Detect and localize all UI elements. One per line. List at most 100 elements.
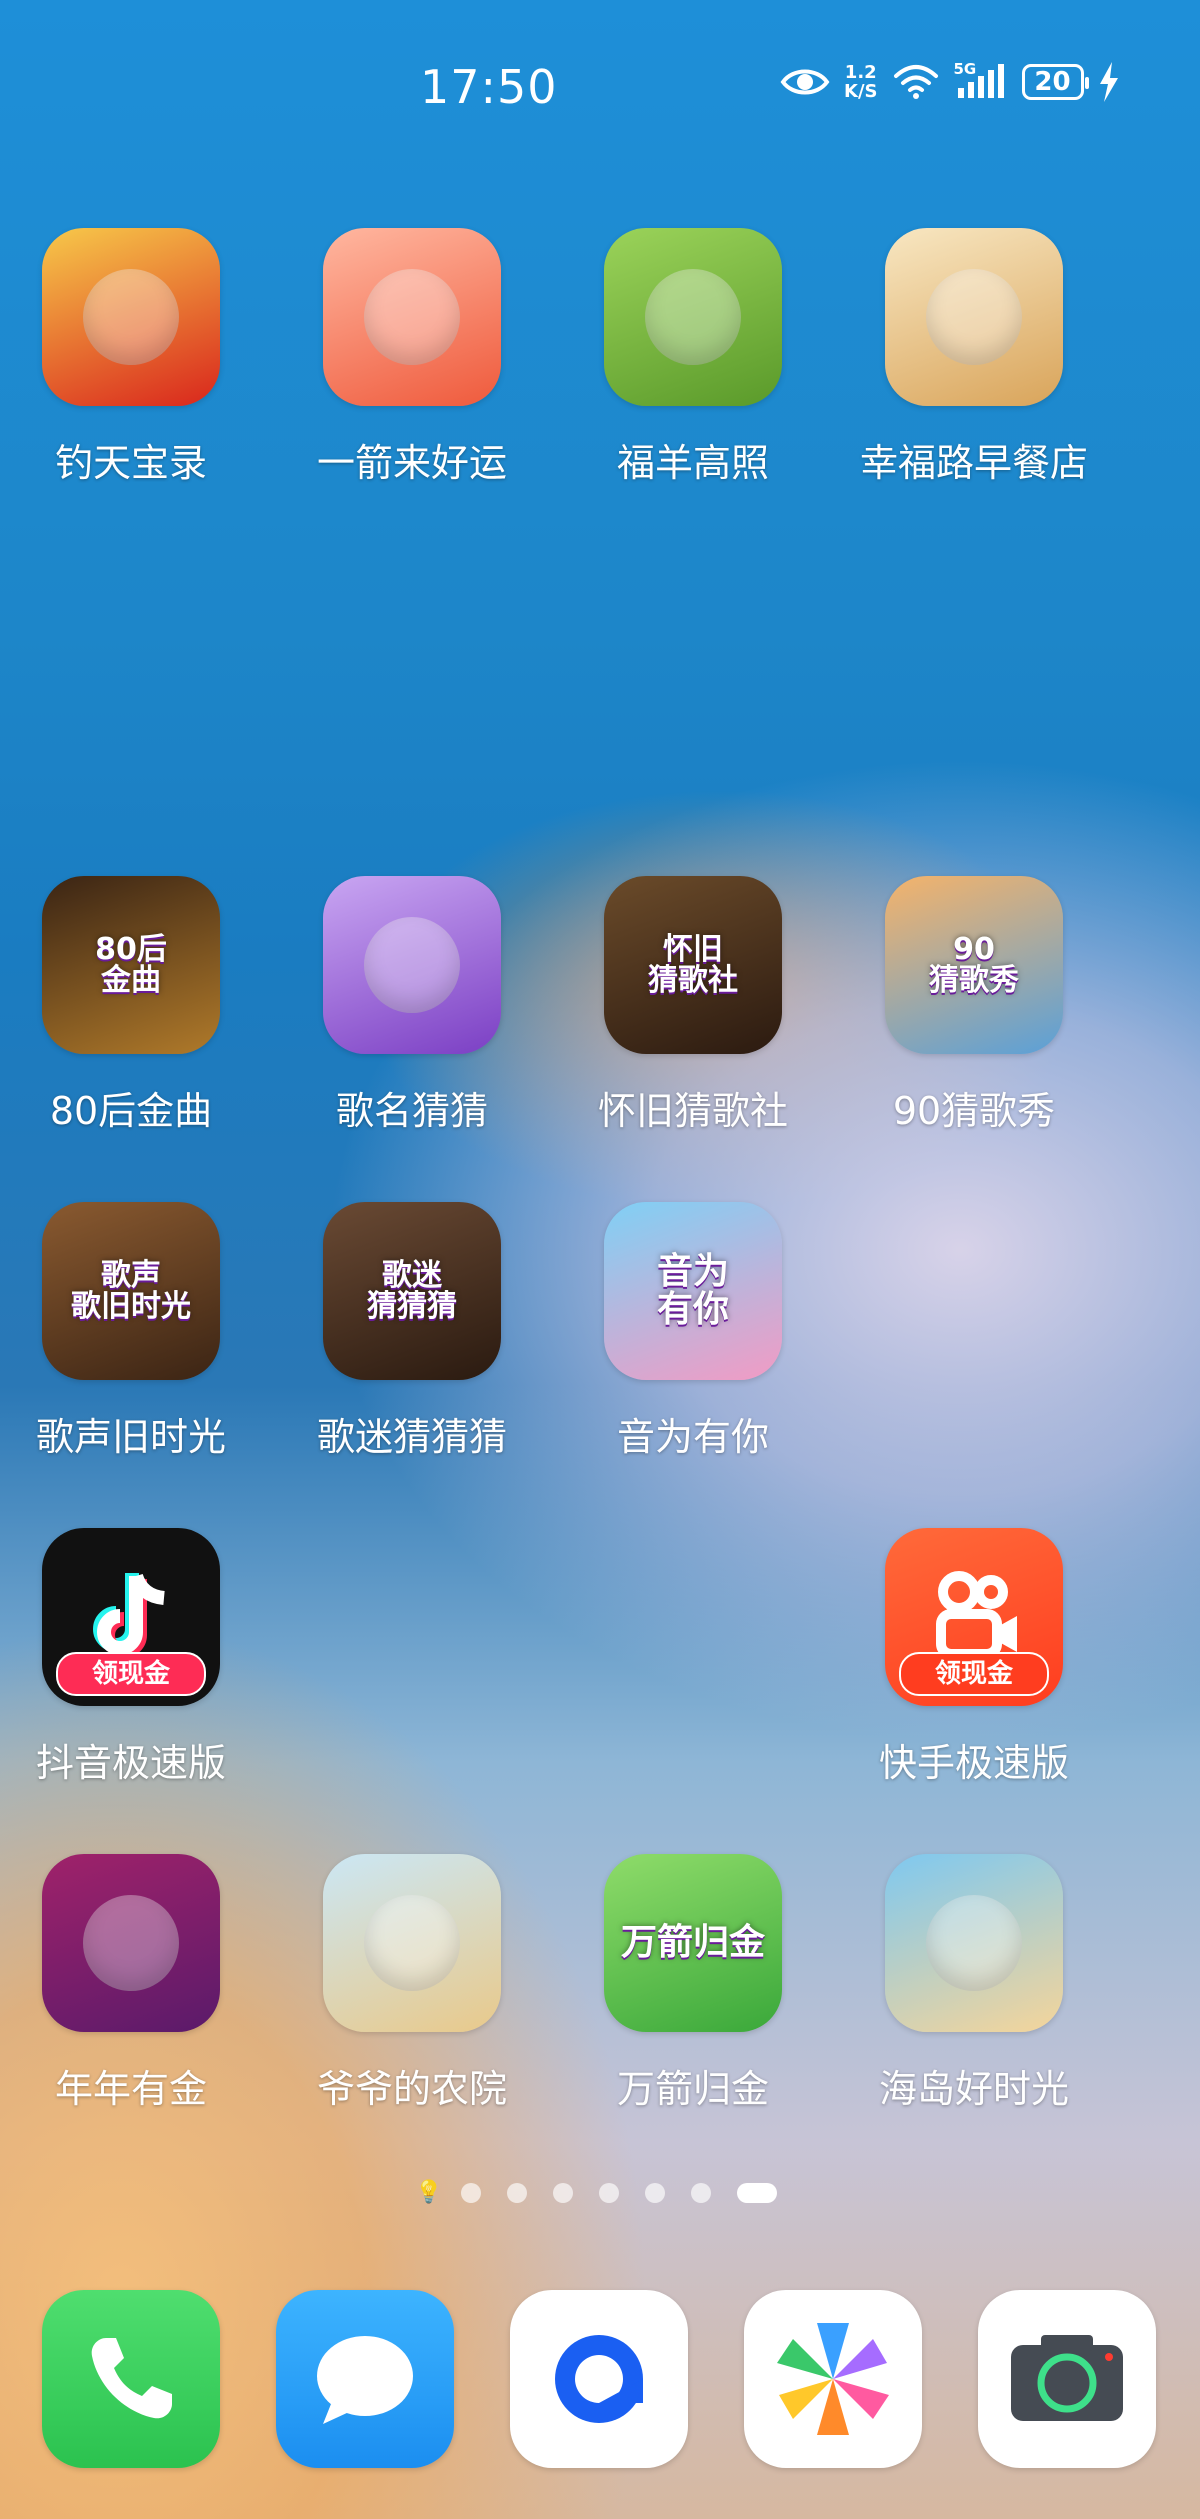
app-sheep[interactable]: 福羊高照: [558, 228, 828, 487]
app-label: 福羊高照: [616, 441, 769, 485]
app-island-girl[interactable]: 海岛好时光: [839, 1854, 1109, 2113]
page-dot-active[interactable]: [737, 2183, 777, 2203]
signal-icon: 5G: [954, 60, 1008, 100]
music-80s-icon[interactable]: 80后 金曲: [42, 876, 220, 1054]
app-cafe[interactable]: 歌迷 猜猜猜歌迷猜猜猜: [277, 1202, 547, 1461]
kuaishou-icon[interactable]: 领现金: [885, 1528, 1063, 1706]
phone-app[interactable]: [42, 2290, 220, 2468]
app-treasure-chest[interactable]: 年年有金: [0, 1854, 266, 2113]
app-retro-car[interactable]: 怀旧 猜歌社怀旧猜歌社: [558, 876, 828, 1135]
page-dot[interactable]: [507, 2183, 527, 2203]
breakfast-icon[interactable]: [885, 228, 1063, 406]
page-indicator[interactable]: 💡: [415, 2182, 777, 2204]
battery-indicator: 20: [1021, 64, 1089, 100]
app-label: 爷爷的农院: [316, 2067, 507, 2111]
eye-icon: [780, 69, 830, 95]
icon-artwork: [83, 269, 179, 365]
icon-artwork: [364, 917, 460, 1013]
app-grandpa-farm[interactable]: 爷爷的农院: [277, 1854, 547, 2113]
app-label: 年年有金: [54, 2067, 207, 2111]
app-sunset-music[interactable]: 90 猜歌秀 90猜歌秀: [839, 876, 1109, 1135]
net-speed-value: 1.2: [844, 62, 877, 83]
app-douyin[interactable]: 领现金 抖音极速版: [0, 1528, 266, 1787]
wifi-icon: [893, 65, 938, 99]
icon-artwork-text: 怀旧 猜歌社: [648, 931, 738, 998]
app-label: 怀旧猜歌社: [597, 1089, 788, 1133]
dj-girl-icon[interactable]: [323, 876, 501, 1054]
app-label: 海岛好时光: [878, 2067, 1069, 2111]
fortune-god-icon[interactable]: [42, 228, 220, 406]
message-bubble-icon: [317, 2336, 413, 2424]
douyin-icon[interactable]: 领现金: [42, 1528, 220, 1706]
app-label: 音为有你: [616, 1415, 769, 1459]
app-label: 幸福路早餐店: [859, 441, 1088, 485]
page-dot[interactable]: [645, 2183, 665, 2203]
app-breakfast[interactable]: 幸福路早餐店: [839, 228, 1109, 487]
icon-artwork: [364, 269, 460, 365]
page-dot[interactable]: [461, 2183, 481, 2203]
battery-level: 20: [1034, 67, 1071, 97]
icon-artwork-text: 歌声 歌旧时光: [71, 1257, 191, 1324]
app-label: 万箭归金: [616, 2067, 769, 2111]
status-icons: 1.2 K/S 5G 20: [780, 60, 1120, 102]
app-old-street[interactable]: 歌声 歌旧时光歌声旧时光: [0, 1202, 266, 1461]
app-label: 钓天宝录: [54, 441, 207, 485]
icon-artwork: [645, 269, 741, 365]
grandpa-farm-icon[interactable]: [323, 1854, 501, 2032]
browser-app[interactable]: [510, 2290, 688, 2468]
icon-artwork-text: 90 猜歌秀: [929, 931, 1019, 998]
icon-artwork-text: 80后 金曲: [95, 931, 167, 998]
app-red-arrow[interactable]: 一箭来好运: [277, 228, 547, 487]
island-girl-icon[interactable]: [885, 1854, 1063, 2032]
app-dj-girl[interactable]: 歌名猜猜: [277, 876, 547, 1135]
pinwheel-icon: [777, 2323, 889, 2435]
water-park-icon[interactable]: 音为 有你: [604, 1202, 782, 1380]
app-water-park[interactable]: 音为 有你 音为有你: [558, 1202, 828, 1461]
icon-artwork-text: 音为 有你: [656, 1251, 729, 1330]
app-label: 一箭来好运: [316, 441, 507, 485]
app-label: 80后金曲: [49, 1089, 213, 1133]
cash-badge: 领现金: [56, 1652, 206, 1696]
page-dot[interactable]: [691, 2183, 711, 2203]
icon-artwork: [926, 269, 1022, 365]
icon-artwork-text: 万箭归金: [620, 1922, 765, 1964]
net-speed-unit: K/S: [844, 81, 878, 102]
cash-badge: 领现金: [899, 1652, 1049, 1696]
icon-artwork: [926, 1895, 1022, 1991]
camera-app[interactable]: [978, 2290, 1156, 2468]
camera-icon: [1011, 2335, 1123, 2421]
lightbulb-icon[interactable]: 💡: [415, 2182, 442, 2204]
red-arrow-icon[interactable]: [323, 228, 501, 406]
phone-icon: [91, 2338, 172, 2419]
app-label: 90猜歌秀: [892, 1089, 1056, 1133]
app-label: 歌声旧时光: [35, 1415, 226, 1459]
app-label: 抖音极速版: [35, 1741, 226, 1785]
app-label: 歌名猜猜: [335, 1089, 488, 1133]
treasure-chest-icon[interactable]: [42, 1854, 220, 2032]
sunset-music-icon[interactable]: 90 猜歌秀: [885, 876, 1063, 1054]
app-label: 歌迷猜猜猜: [316, 1415, 507, 1459]
messages-app[interactable]: [276, 2290, 454, 2468]
app-arrow-coin[interactable]: 万箭归金 万箭归金: [558, 1854, 828, 2113]
app-fortune-god[interactable]: 钓天宝录: [0, 228, 266, 487]
status-time: 17:50: [420, 60, 558, 114]
app-music-80s[interactable]: 80后 金曲 80后金曲: [0, 876, 266, 1135]
icon-artwork: [364, 1895, 460, 1991]
icon-artwork-text: 歌迷 猜猜猜: [367, 1257, 457, 1324]
arrow-coin-icon[interactable]: 万箭归金: [604, 1854, 782, 2032]
dock: [0, 2290, 1200, 2470]
status-bar: 17:50 1.2 K/S 5G 20: [0, 56, 1200, 116]
icon-artwork: [83, 1895, 179, 1991]
net-speed: 1.2 K/S: [844, 63, 878, 101]
page-dot[interactable]: [553, 2183, 573, 2203]
page-dot[interactable]: [599, 2183, 619, 2203]
old-street-icon[interactable]: 歌声 歌旧时光: [42, 1202, 220, 1380]
sheep-icon[interactable]: [604, 228, 782, 406]
gallery-app[interactable]: [744, 2290, 922, 2468]
retro-car-icon[interactable]: 怀旧 猜歌社: [604, 876, 782, 1054]
charging-bolt-icon: [1099, 62, 1118, 102]
app-label: 快手极速版: [878, 1741, 1069, 1785]
app-kuaishou[interactable]: 领现金 快手极速版: [839, 1528, 1109, 1787]
browser-icon: [555, 2335, 643, 2423]
cafe-icon[interactable]: 歌迷 猜猜猜: [323, 1202, 501, 1380]
